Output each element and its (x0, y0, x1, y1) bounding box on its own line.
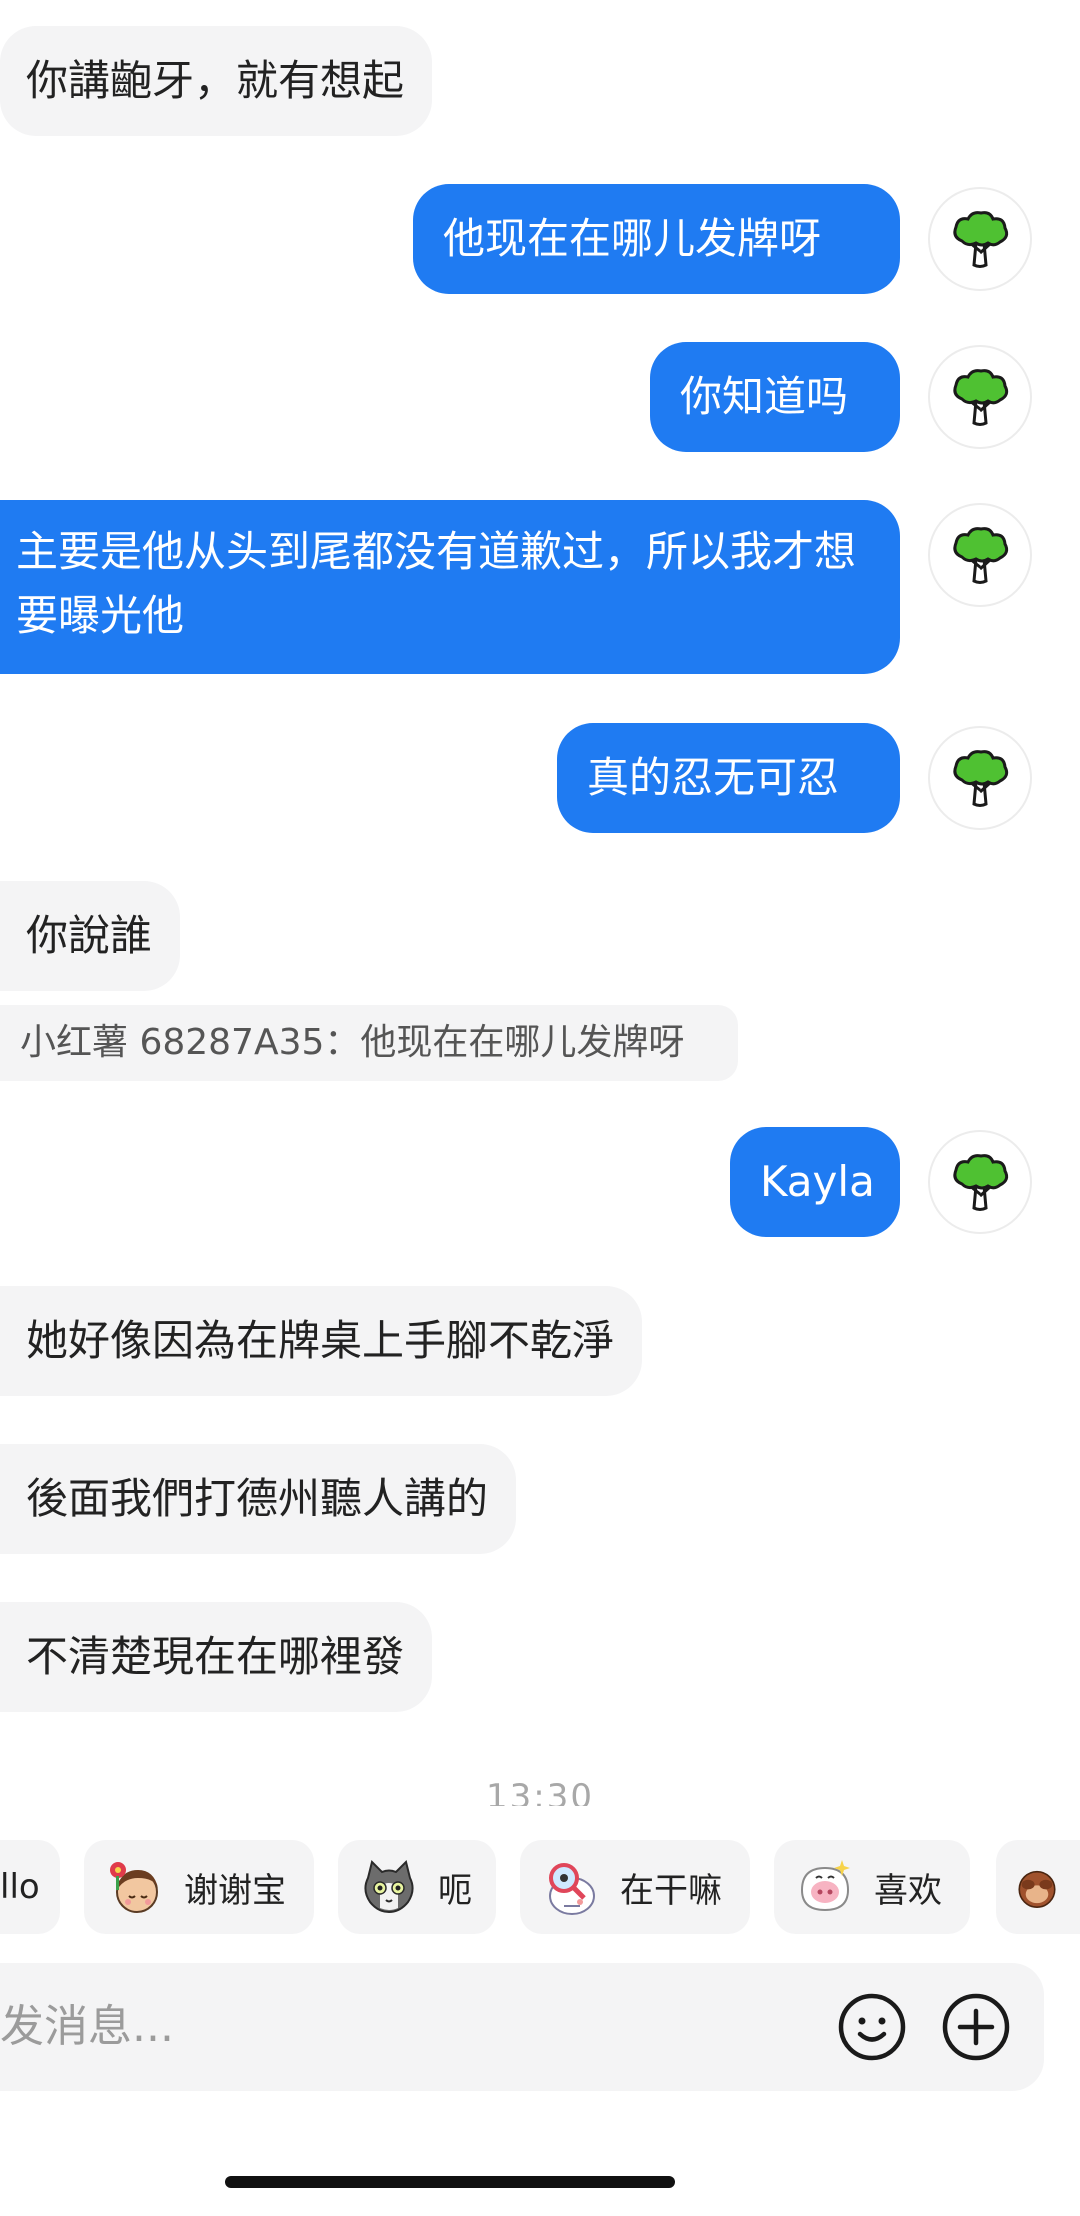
quick-reply-chip[interactable]: llo (0, 1840, 60, 1934)
broccoli-icon (953, 527, 1009, 584)
message-input-placeholder[interactable]: 发消息... (0, 1997, 174, 2057)
quick-reply-label: 呃 (438, 1870, 472, 1911)
timestamp: 13:30 (486, 1777, 594, 1806)
broccoli-icon (953, 211, 1009, 268)
message-bubble-incoming[interactable]: 你說誰 (0, 881, 181, 991)
message-bubble-outgoing[interactable]: 他现在在哪儿发牌呀 (413, 184, 900, 294)
user-avatar[interactable] (928, 345, 1032, 449)
message-bubble-outgoing[interactable]: 真的忍无可忍 (557, 723, 900, 833)
quick-reply-label: 在干嘛 (620, 1870, 722, 1911)
sticker-monkey-icon (1018, 1870, 1056, 1908)
user-avatar[interactable] (928, 726, 1032, 830)
sticker-girl-flower-icon (110, 1862, 158, 1913)
quick-reply-bar[interactable]: llo 谢谢宝 呃 在干嘛 喜欢 (0, 1840, 1080, 1934)
quick-reply-label: 喜欢 (874, 1870, 942, 1911)
user-avatar[interactable] (928, 503, 1032, 607)
quick-reply-chip[interactable]: 谢谢宝 (84, 1840, 314, 1934)
message-bubble-incoming[interactable]: 你講齙牙，就有想起 (0, 26, 433, 136)
broccoli-icon (953, 750, 1009, 807)
sticker-pig-icon (800, 1860, 850, 1912)
plus-circle-icon[interactable] (940, 1991, 1012, 2063)
message-bubble-incoming[interactable]: 不清楚現在在哪裡發 (0, 1602, 433, 1712)
smiley-icon[interactable] (836, 1991, 908, 2063)
user-avatar[interactable] (928, 187, 1032, 291)
sticker-cat-icon (364, 1860, 414, 1914)
message-bubble-outgoing[interactable]: 主要是他从头到尾都没有道歉过，所以我才想要曝光他 (0, 500, 900, 674)
message-bubble-incoming[interactable]: 後面我們打德州聽人講的 (0, 1444, 517, 1554)
message-bubble-outgoing[interactable]: Kayla (730, 1127, 900, 1237)
quick-reply-chip[interactable]: 在干嘛 (520, 1840, 750, 1934)
quick-reply-chip[interactable]: 喜欢 (774, 1840, 970, 1934)
quick-reply-chip[interactable] (996, 1840, 1080, 1934)
user-avatar[interactable] (928, 1130, 1032, 1234)
quoted-message[interactable]: 小红薯 68287A35：他现在在哪儿发牌呀 (0, 1005, 738, 1081)
broccoli-icon (953, 1154, 1009, 1211)
quick-reply-chip[interactable]: 呃 (338, 1840, 496, 1934)
broccoli-icon (953, 369, 1009, 426)
sticker-magnifier-icon (549, 1863, 595, 1915)
home-indicator[interactable] (225, 2176, 675, 2188)
message-bubble-incoming[interactable]: 她好像因為在牌桌上手腳不乾淨 (0, 1286, 643, 1396)
quick-reply-label: 谢谢宝 (184, 1870, 286, 1911)
message-bubble-outgoing[interactable]: 你知道吗 (650, 342, 900, 452)
quick-reply-label: llo (0, 1867, 40, 1907)
message-composer[interactable]: 发消息... (0, 1963, 1044, 2091)
